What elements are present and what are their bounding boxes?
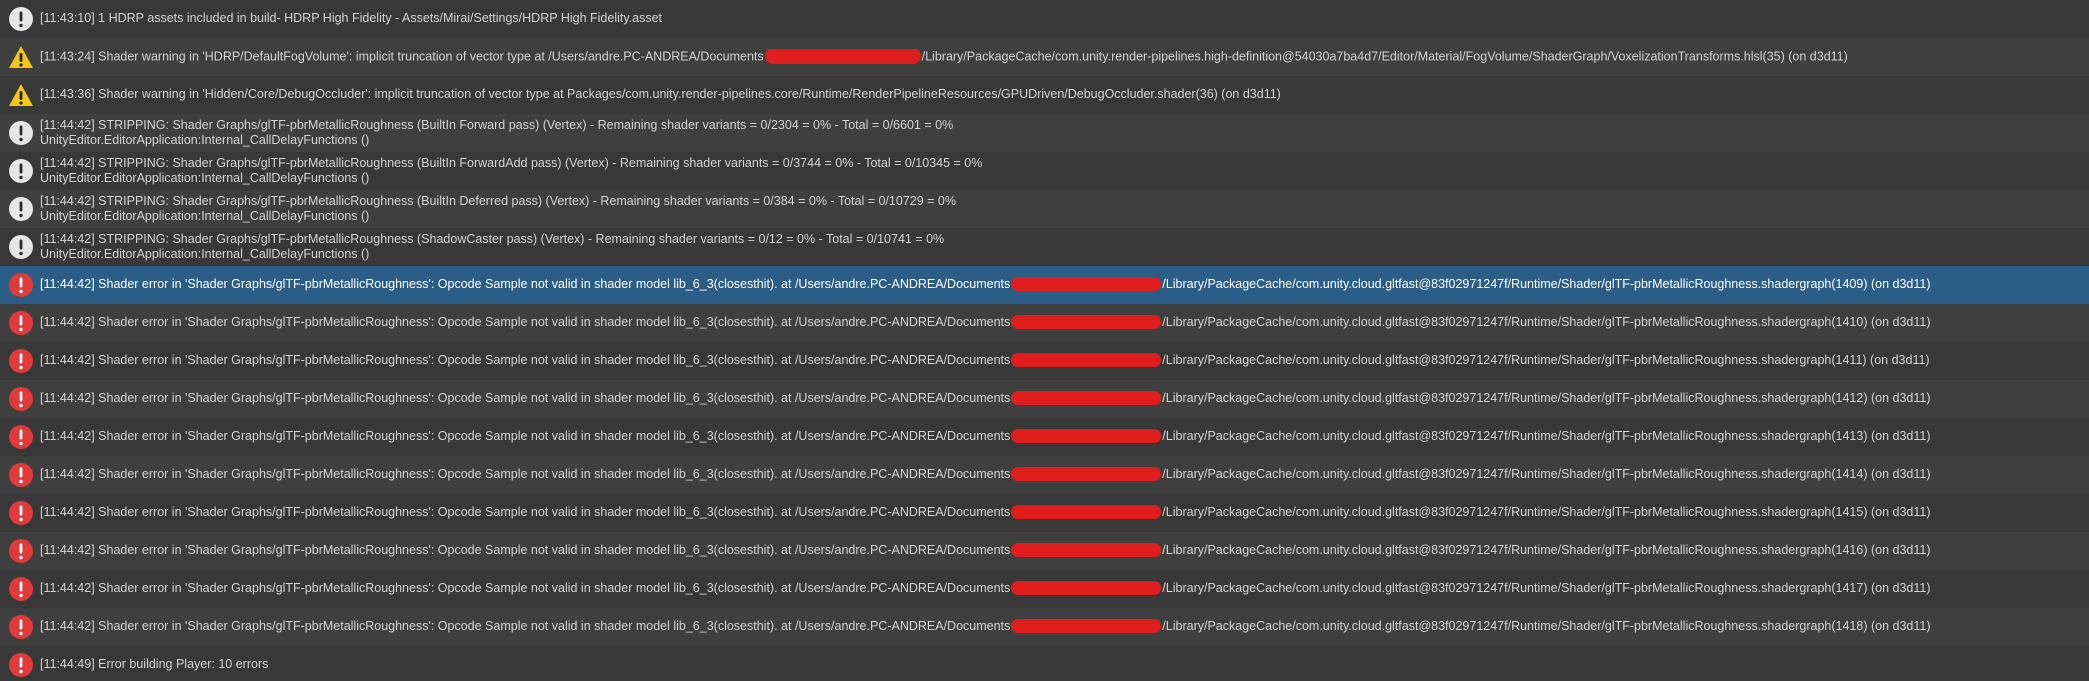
log-message-line2: UnityEditor.EditorApplication:Internal_C… xyxy=(40,209,370,223)
log-entry[interactable]: [11:44:42] STRIPPING: Shader Graphs/glTF… xyxy=(0,190,2089,228)
info-icon xyxy=(8,196,34,222)
log-message-line1: [11:44:42] Shader error in 'Shader Graph… xyxy=(40,315,1931,329)
log-message-line1: [11:43:10] 1 HDRP assets included in bui… xyxy=(40,11,663,25)
console-log-list[interactable]: [11:43:10] 1 HDRP assets included in bui… xyxy=(0,0,2089,681)
log-message-line1: [11:44:42] STRIPPING: Shader Graphs/glTF… xyxy=(40,232,945,246)
log-message-line1: [11:44:42] Shader error in 'Shader Graph… xyxy=(40,581,1931,595)
error-icon xyxy=(8,424,34,450)
log-entry[interactable]: [11:44:42] STRIPPING: Shader Graphs/glTF… xyxy=(0,152,2089,190)
redaction-mark xyxy=(1011,277,1162,291)
warning-icon xyxy=(8,82,34,108)
log-message-line1: [11:44:42] STRIPPING: Shader Graphs/glTF… xyxy=(40,118,954,132)
info-icon xyxy=(8,120,34,146)
redaction-mark xyxy=(1011,543,1162,557)
log-entry[interactable]: [11:44:42] Shader error in 'Shader Graph… xyxy=(0,342,2089,380)
log-message: [11:44:42] Shader error in 'Shader Graph… xyxy=(40,543,2079,558)
log-message-line2: UnityEditor.EditorApplication:Internal_C… xyxy=(40,247,370,261)
error-icon xyxy=(8,500,34,526)
log-message: [11:44:42] Shader error in 'Shader Graph… xyxy=(40,619,2079,634)
info-icon xyxy=(8,6,34,32)
log-entry[interactable]: [11:44:42] Shader error in 'Shader Graph… xyxy=(0,532,2089,570)
log-message: [11:44:42] Shader error in 'Shader Graph… xyxy=(40,505,2079,520)
log-message: [11:44:42] STRIPPING: Shader Graphs/glTF… xyxy=(40,194,2079,224)
log-message-line1: [11:44:49] Error building Player: 10 err… xyxy=(40,657,269,671)
redaction-mark xyxy=(1011,391,1162,405)
log-entry[interactable]: [11:43:36] Shader warning in 'Hidden/Cor… xyxy=(0,76,2089,114)
log-message-line1: [11:44:42] Shader error in 'Shader Graph… xyxy=(40,467,1931,481)
log-message-line1: [11:44:42] Shader error in 'Shader Graph… xyxy=(40,429,1931,443)
redaction-mark xyxy=(1011,467,1162,481)
error-icon xyxy=(8,310,34,336)
log-entry[interactable]: [11:44:42] Shader error in 'Shader Graph… xyxy=(0,418,2089,456)
log-message: [11:44:49] Error building Player: 10 err… xyxy=(40,657,2079,672)
log-message-line1: [11:44:42] Shader error in 'Shader Graph… xyxy=(40,505,1931,519)
redaction-mark xyxy=(1011,315,1162,329)
log-entry[interactable]: [11:43:24] Shader warning in 'HDRP/Defau… xyxy=(0,38,2089,76)
log-message: [11:44:42] STRIPPING: Shader Graphs/glTF… xyxy=(40,118,2079,148)
info-icon xyxy=(8,234,34,260)
log-message-line1: [11:44:42] STRIPPING: Shader Graphs/glTF… xyxy=(40,156,983,170)
redaction-mark xyxy=(764,49,921,64)
log-message: [11:43:10] 1 HDRP assets included in bui… xyxy=(40,11,2079,26)
log-entry[interactable]: [11:44:42] Shader error in 'Shader Graph… xyxy=(0,608,2089,646)
log-entry[interactable]: [11:44:42] Shader error in 'Shader Graph… xyxy=(0,380,2089,418)
log-message: [11:43:36] Shader warning in 'Hidden/Cor… xyxy=(40,87,2079,102)
log-message-line2: UnityEditor.EditorApplication:Internal_C… xyxy=(40,171,370,185)
log-message: [11:44:42] Shader error in 'Shader Graph… xyxy=(40,467,2079,482)
log-entry[interactable]: [11:44:42] Shader error in 'Shader Graph… xyxy=(0,304,2089,342)
log-message-line2: UnityEditor.EditorApplication:Internal_C… xyxy=(40,133,370,147)
log-entry-selected[interactable]: [11:44:42] Shader error in 'Shader Graph… xyxy=(0,266,2089,304)
log-entry[interactable]: [11:44:42] STRIPPING: Shader Graphs/glTF… xyxy=(0,114,2089,152)
error-icon xyxy=(8,272,34,298)
log-entry[interactable]: [11:44:42] Shader error in 'Shader Graph… xyxy=(0,456,2089,494)
log-message-line1: [11:44:42] Shader error in 'Shader Graph… xyxy=(40,277,1931,291)
log-message: [11:44:42] STRIPPING: Shader Graphs/glTF… xyxy=(40,156,2079,186)
redaction-mark xyxy=(1011,353,1162,367)
error-icon xyxy=(8,538,34,564)
error-icon xyxy=(8,386,34,412)
log-message: [11:44:42] Shader error in 'Shader Graph… xyxy=(40,391,2079,406)
info-icon xyxy=(8,158,34,184)
log-message: [11:43:24] Shader warning in 'HDRP/Defau… xyxy=(40,49,2079,65)
error-icon xyxy=(8,348,34,374)
redaction-mark xyxy=(1011,619,1162,633)
error-icon xyxy=(8,652,34,678)
log-message: [11:44:42] Shader error in 'Shader Graph… xyxy=(40,315,2079,330)
log-message-line1: [11:44:42] STRIPPING: Shader Graphs/glTF… xyxy=(40,194,956,208)
log-message-line1: [11:44:42] Shader error in 'Shader Graph… xyxy=(40,619,1931,633)
log-message-line1: [11:44:42] Shader error in 'Shader Graph… xyxy=(40,543,1931,557)
error-icon xyxy=(8,576,34,602)
log-message-line1: [11:43:24] Shader warning in 'HDRP/Defau… xyxy=(40,49,1848,64)
log-entry[interactable]: [11:44:42] STRIPPING: Shader Graphs/glTF… xyxy=(0,228,2089,266)
log-message-line1: [11:44:42] Shader error in 'Shader Graph… xyxy=(40,353,1930,367)
redaction-mark xyxy=(1011,505,1162,519)
warning-icon xyxy=(8,44,34,70)
log-entry[interactable]: [11:44:49] Error building Player: 10 err… xyxy=(0,646,2089,681)
log-message-line1: [11:44:42] Shader error in 'Shader Graph… xyxy=(40,391,1931,405)
log-message: [11:44:42] Shader error in 'Shader Graph… xyxy=(40,581,2079,596)
log-entry[interactable]: [11:43:10] 1 HDRP assets included in bui… xyxy=(0,0,2089,38)
log-entry[interactable]: [11:44:42] Shader error in 'Shader Graph… xyxy=(0,570,2089,608)
log-message: [11:44:42] Shader error in 'Shader Graph… xyxy=(40,277,2079,292)
error-icon xyxy=(8,614,34,640)
log-message-line1: [11:43:36] Shader warning in 'Hidden/Cor… xyxy=(40,87,1281,101)
log-message: [11:44:42] STRIPPING: Shader Graphs/glTF… xyxy=(40,232,2079,262)
redaction-mark xyxy=(1011,429,1162,443)
log-entry[interactable]: [11:44:42] Shader error in 'Shader Graph… xyxy=(0,494,2089,532)
redaction-mark xyxy=(1011,581,1162,595)
log-message: [11:44:42] Shader error in 'Shader Graph… xyxy=(40,429,2079,444)
log-message: [11:44:42] Shader error in 'Shader Graph… xyxy=(40,353,2079,368)
error-icon xyxy=(8,462,34,488)
